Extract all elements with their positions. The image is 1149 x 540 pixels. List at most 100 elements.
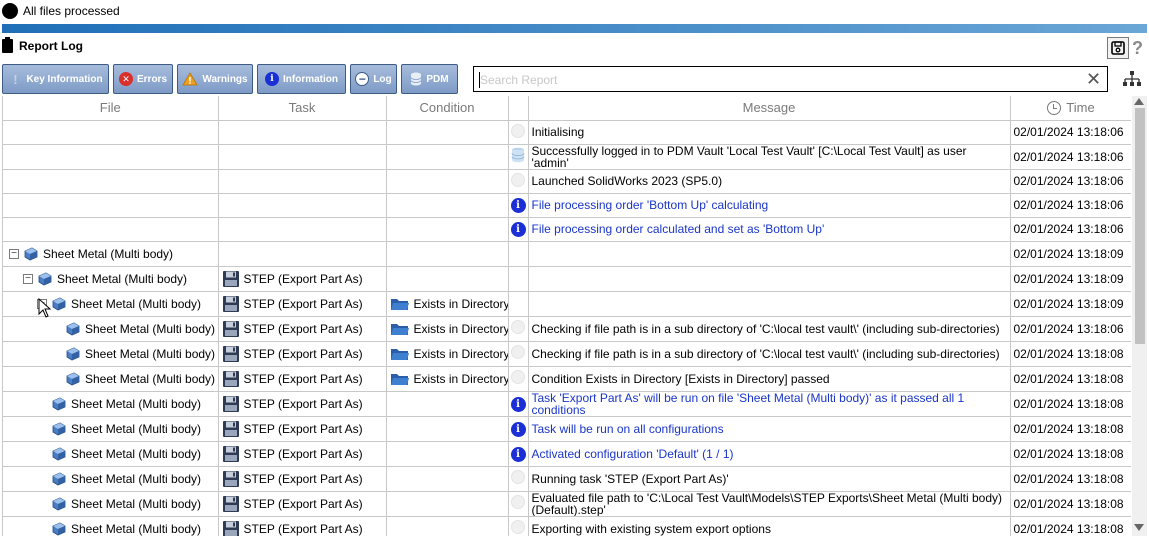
key-information-filter-button[interactable]: ! Key Information <box>2 64 109 94</box>
message-type-cell: i <box>508 217 529 242</box>
file-cell <box>3 120 219 145</box>
table-row[interactable]: Sheet Metal (Multi body) STEP (Export Par… <box>3 341 1131 367</box>
table-row[interactable]: i File processing order calculated and se… <box>3 217 1131 242</box>
time-cell: 02/01/2024 13:18:08 <box>1010 466 1131 492</box>
column-header-condition[interactable]: Condition <box>386 96 509 121</box>
report-grid[interactable]: File Task Condition Message Time Initial… <box>2 96 1131 536</box>
log-filter-button[interactable]: − Log <box>350 64 397 94</box>
table-row[interactable]: Launched SolidWorks 2023 (SP5.0) 02/01/20… <box>3 169 1131 194</box>
scroll-down-arrow-icon[interactable] <box>1134 524 1144 531</box>
time-cell: 02/01/2024 13:18:09 <box>1010 266 1131 292</box>
table-row[interactable]: − Sheet Metal (Multi body) 02/01/2024 13:1… <box>3 241 1131 267</box>
log-entry-icon <box>511 470 525 484</box>
sheet-metal-part-icon <box>52 422 66 435</box>
condition-name: Exists in Directory <box>413 321 508 336</box>
condition-cell <box>386 416 509 442</box>
report-table: File Task Condition Message Time Initial… <box>3 96 1131 536</box>
table-row[interactable]: Sheet Metal (Multi body) STEP (Export Par… <box>3 316 1131 342</box>
message-type-cell <box>508 266 529 292</box>
task-name: STEP (Export Part As) <box>243 521 363 536</box>
task-cell: STEP (Export Part As) <box>218 441 387 467</box>
vertical-scrollbar[interactable] <box>1132 96 1147 536</box>
collapse-toggle[interactable]: − <box>23 273 33 284</box>
pdm-filter-button[interactable]: PDM <box>401 64 458 94</box>
file-name: Sheet Metal (Multi body) <box>57 271 188 286</box>
task-name: STEP (Export Part As) <box>243 396 363 411</box>
task-cell <box>218 120 387 145</box>
sheet-metal-part-icon <box>52 472 66 485</box>
status-row: All files processed <box>2 3 120 19</box>
log-entry-icon <box>511 370 525 384</box>
message-cell: Activated configuration 'Default' (1 / 1… <box>528 441 1011 467</box>
column-header-message[interactable]: Message <box>528 96 1011 121</box>
table-row[interactable]: −Sheet Metal (Multi body)STEP (Export Pa… <box>3 291 1131 317</box>
table-row[interactable]: Sheet Metal (Multi body) STEP (Export Par… <box>3 441 1131 467</box>
search-report-input[interactable] <box>480 71 1080 89</box>
table-row[interactable]: Initialising 02/01/2024 13:18:06 <box>3 120 1131 145</box>
scroll-thumb[interactable] <box>1135 108 1145 344</box>
time-cell: 02/01/2024 13:18:08 <box>1010 341 1131 367</box>
file-name: Sheet Metal (Multi body) <box>71 396 202 411</box>
task-cell: STEP (Export Part As) <box>218 466 387 492</box>
message-type-cell: i <box>508 416 529 442</box>
table-row[interactable]: Sheet Metal (Multi body) STEP (Export Par… <box>3 366 1131 392</box>
export-task-icon <box>222 445 239 462</box>
export-task-icon <box>222 370 239 387</box>
info-icon: i <box>265 72 279 86</box>
errors-label: Errors <box>136 73 167 85</box>
message-type-cell: i <box>508 391 529 417</box>
log-entry-icon <box>511 320 525 334</box>
table-row[interactable]: i File processing order 'Bottom Up' calcu… <box>3 193 1131 218</box>
message-type-cell: i <box>508 441 529 467</box>
message-type-cell <box>508 120 529 145</box>
column-header-file[interactable]: File <box>3 96 219 121</box>
error-icon: ✕ <box>118 72 133 86</box>
file-cell: Sheet Metal (Multi body) <box>3 366 219 392</box>
condition-cell <box>386 169 509 194</box>
hierarchy-view-icon[interactable] <box>1122 70 1142 88</box>
time-cell: 02/01/2024 13:18:06 <box>1010 217 1131 242</box>
warnings-filter-button[interactable]: Warnings <box>177 64 253 94</box>
collapse-toggle[interactable]: − <box>9 248 19 259</box>
log-entry-icon <box>511 495 525 509</box>
export-task-icon <box>222 420 239 437</box>
task-name: STEP (Export Part As) <box>243 321 363 336</box>
task-cell <box>218 217 387 242</box>
message-cell: Launched SolidWorks 2023 (SP5.0) <box>528 169 1011 194</box>
clear-search-icon[interactable]: ✕ <box>1086 69 1101 89</box>
column-header-time-label: Time <box>1066 100 1095 116</box>
message-cell: File processing order calculated and set… <box>528 217 1011 242</box>
table-row[interactable]: Successfully logged in to PDM Vault 'Loc… <box>3 144 1131 170</box>
column-header-icon[interactable] <box>508 96 529 121</box>
info-icon: i <box>510 421 526 437</box>
message-type-cell <box>508 516 529 536</box>
save-report-button[interactable] <box>1107 37 1129 59</box>
report-header: Report Log ? <box>2 37 1147 59</box>
time-cell: 02/01/2024 13:18:06 <box>1010 193 1131 218</box>
column-header-task[interactable]: Task <box>218 96 387 121</box>
table-row[interactable]: Sheet Metal (Multi body) STEP (Export Par… <box>3 491 1131 517</box>
table-row[interactable]: Sheet Metal (Multi body) STEP (Export Par… <box>3 416 1131 442</box>
errors-filter-button[interactable]: ✕ Errors <box>113 64 173 94</box>
message-cell: Task 'Export Part As' will be run on fil… <box>528 391 1011 417</box>
table-row[interactable]: Sheet Metal (Multi body) STEP (Export Par… <box>3 391 1131 417</box>
task-cell <box>218 144 387 170</box>
table-row[interactable]: Sheet Metal (Multi body) STEP (Export Par… <box>3 466 1131 492</box>
file-cell <box>3 193 219 218</box>
export-task-icon <box>222 520 239 536</box>
message-cell: Running task 'STEP (Export Part As)' <box>528 466 1011 492</box>
task-cell <box>218 169 387 194</box>
task-cell: STEP (Export Part As) <box>218 291 387 317</box>
scroll-up-arrow-icon[interactable] <box>1134 98 1144 105</box>
table-row[interactable]: −Sheet Metal (Multi body)STEP (Export Pa… <box>3 266 1131 292</box>
column-header-time[interactable]: Time <box>1010 96 1131 121</box>
file-cell <box>3 144 219 170</box>
task-name: STEP (Export Part As) <box>243 346 363 361</box>
help-icon[interactable]: ? <box>1132 37 1146 59</box>
information-filter-button[interactable]: i Information <box>257 64 346 94</box>
table-row[interactable]: Sheet Metal (Multi body) STEP (Export Par… <box>3 516 1131 536</box>
file-name: Sheet Metal (Multi body) <box>71 296 202 311</box>
clock-icon <box>1047 100 1062 115</box>
sheet-metal-part-icon <box>24 247 38 260</box>
folder-condition-icon <box>390 348 409 360</box>
